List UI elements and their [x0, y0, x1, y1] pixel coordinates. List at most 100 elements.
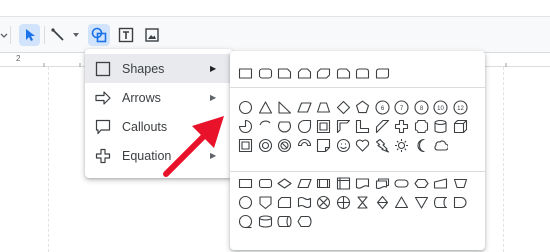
flowchart-manual-operation-shape-icon[interactable]: [452, 175, 469, 192]
heart-shape-icon[interactable]: [354, 137, 371, 154]
flowchart-extract-shape-icon[interactable]: [393, 194, 410, 211]
snip-diagonal-shape-icon[interactable]: [315, 65, 332, 82]
flowchart-preparation-shape-icon[interactable]: [413, 175, 430, 192]
smiley-face-shape-icon[interactable]: [335, 137, 352, 154]
menu-item-label: Shapes: [122, 61, 165, 76]
flowchart-direct-access-shape-icon[interactable]: [276, 213, 293, 230]
flowchart-punched-tape-shape-icon[interactable]: [296, 194, 313, 211]
cursor-icon: [25, 29, 35, 41]
flowchart-predefined-process-shape-icon[interactable]: [315, 175, 332, 192]
diagonal-stripe-shape-icon[interactable]: [374, 118, 391, 135]
flowchart-data-shape-icon[interactable]: [296, 175, 313, 192]
flowchart-merge-shape-icon[interactable]: [413, 194, 430, 211]
can-shape-icon[interactable]: [432, 118, 449, 135]
select-tool-button[interactable]: [19, 24, 40, 46]
heptagon-6-shape-icon[interactable]: 6: [374, 99, 391, 116]
flowchart-sort-shape-icon[interactable]: [374, 194, 391, 211]
flowchart-stored-data-shape-icon[interactable]: [432, 194, 449, 211]
folded-corner-shape-icon[interactable]: [315, 137, 332, 154]
square-icon: [95, 61, 111, 77]
image-icon: [145, 28, 159, 42]
line-tool-dropdown-chevron-icon[interactable]: [70, 28, 82, 42]
flowchart-offpage-connector-shape-icon[interactable]: [257, 194, 274, 211]
diamond-shape-icon[interactable]: [335, 99, 352, 116]
flowchart-document-shape-icon[interactable]: [354, 175, 371, 192]
rounded-rectangle-shape-icon[interactable]: [257, 65, 274, 82]
arc-shape-icon[interactable]: [257, 118, 274, 135]
image-tool-button[interactable]: [141, 24, 163, 46]
decagon-10-shape-icon[interactable]: 10: [432, 99, 449, 116]
shapes-palette: 6 7 8 10 12: [230, 51, 485, 250]
snip-round-same-side-shape-icon[interactable]: [354, 65, 371, 82]
menu-bar-strip: [0, 0, 550, 17]
trapezoid-shape-icon[interactable]: [315, 99, 332, 116]
flowchart-connector-shape-icon[interactable]: [237, 194, 254, 211]
round-diagonal-shape-icon[interactable]: [374, 65, 391, 82]
heptagon-7-shape-icon[interactable]: 7: [393, 99, 410, 116]
rectangle-shape-icon[interactable]: [237, 65, 254, 82]
svg-text:8: 8: [419, 106, 423, 112]
line-icon: [51, 28, 64, 41]
snip-single-corner-shape-icon[interactable]: [276, 65, 293, 82]
palette-divider: [230, 171, 485, 172]
teardrop-shape-icon[interactable]: [296, 118, 313, 135]
sun-shape-icon[interactable]: [393, 137, 410, 154]
block-arc-shape-icon[interactable]: [296, 137, 313, 154]
flowchart-manual-input-shape-icon[interactable]: [432, 175, 449, 192]
callout-icon: [95, 119, 111, 135]
cloud-shape-icon[interactable]: [432, 137, 449, 154]
octagon-8-shape-icon[interactable]: 8: [413, 99, 430, 116]
flowchart-delay-shape-icon[interactable]: [452, 194, 469, 211]
plaque-shape-icon[interactable]: [413, 118, 430, 135]
oval-shape-icon[interactable]: [237, 99, 254, 116]
donut-shape-icon[interactable]: [257, 137, 274, 154]
menu-item-arrows[interactable]: Arrows ▶: [85, 83, 233, 112]
chord-shape-icon[interactable]: [276, 118, 293, 135]
canvas-guide-line: [48, 67, 49, 252]
flowchart-card-shape-icon[interactable]: [276, 194, 293, 211]
text-box-tool-button[interactable]: [115, 24, 137, 46]
palette-divider: [230, 87, 485, 88]
no-symbol-shape-icon[interactable]: [276, 137, 293, 154]
flowchart-multidocument-shape-icon[interactable]: [374, 175, 391, 192]
arrow-right-icon: [95, 91, 111, 105]
shape-tool-button[interactable]: [88, 24, 110, 46]
flowchart-display-shape-icon[interactable]: [296, 213, 313, 230]
flowchart-terminator-shape-icon[interactable]: [393, 175, 410, 192]
svg-text:7: 7: [400, 106, 404, 112]
submenu-arrow-icon: ▶: [210, 93, 217, 102]
flowchart-sequential-access-shape-icon[interactable]: [237, 213, 254, 230]
flowchart-internal-storage-shape-icon[interactable]: [335, 175, 352, 192]
pentagon-shape-icon[interactable]: [354, 99, 371, 116]
dodecagon-12-shape-icon[interactable]: 12: [452, 99, 469, 116]
toolbar-overflow-chevron-icon[interactable]: [0, 28, 8, 42]
flowchart-decision-shape-icon[interactable]: [276, 175, 293, 192]
flowchart-collate-shape-icon[interactable]: [354, 194, 371, 211]
parallelogram-shape-icon[interactable]: [296, 99, 313, 116]
snip-same-side-shape-icon[interactable]: [296, 65, 313, 82]
cube-shape-icon[interactable]: [452, 118, 469, 135]
submenu-arrow-icon: ▶: [210, 64, 217, 73]
right-triangle-shape-icon[interactable]: [276, 99, 293, 116]
snip-round-single-shape-icon[interactable]: [335, 65, 352, 82]
annotation-arrow-icon: [163, 116, 224, 177]
slides-editor: 2 1 2 3 Shapes ▶ Arrows ▶ Ca: [0, 0, 550, 252]
bevel-shape-icon[interactable]: [237, 137, 254, 154]
frame-shape-icon[interactable]: [315, 118, 332, 135]
plus-icon: [95, 148, 111, 164]
line-tool-button[interactable]: [47, 24, 69, 46]
triangle-shape-icon[interactable]: [257, 99, 274, 116]
flowchart-alternate-process-shape-icon[interactable]: [257, 175, 274, 192]
pie-shape-icon[interactable]: [237, 118, 254, 135]
flowchart-process-shape-icon[interactable]: [237, 175, 254, 192]
half-frame-shape-icon[interactable]: [335, 118, 352, 135]
flowchart-summing-junction-shape-icon[interactable]: [315, 194, 332, 211]
moon-shape-icon[interactable]: [413, 137, 430, 154]
text-box-icon: [118, 27, 134, 43]
l-shape-shape-icon[interactable]: [354, 118, 371, 135]
menu-item-shapes[interactable]: Shapes ▶: [85, 54, 233, 83]
flowchart-or-shape-icon[interactable]: [335, 194, 352, 211]
flowchart-magnetic-disk-shape-icon[interactable]: [257, 213, 274, 230]
plus-shape-icon[interactable]: [393, 118, 410, 135]
lightning-bolt-shape-icon[interactable]: [374, 137, 391, 154]
